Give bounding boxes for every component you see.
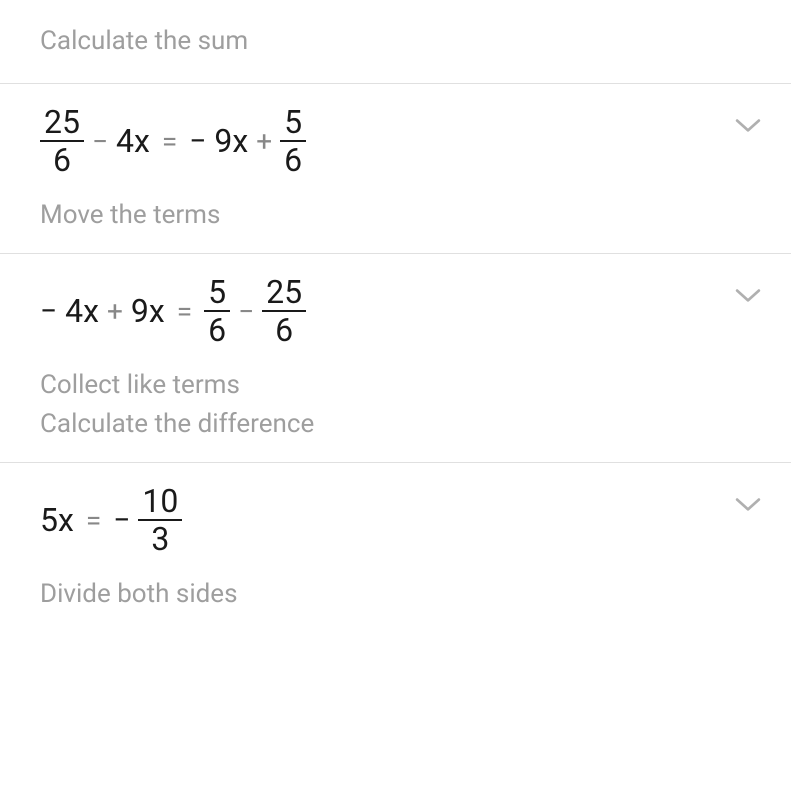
- step-header-0: Calculate the sum: [0, 0, 791, 84]
- equation-3: 5x = − 10 3: [40, 483, 735, 557]
- step-body: − 4x + 9x = 5 6 − 25 6 Collect like term…: [40, 274, 735, 444]
- denominator: 3: [147, 521, 173, 557]
- minus-operator: −: [238, 295, 254, 328]
- numerator: 5: [280, 104, 306, 142]
- minus-operator: −: [92, 125, 108, 158]
- step-content: 5x = − 10 3 Divide both sides: [40, 483, 791, 614]
- plus-operator: +: [107, 295, 123, 328]
- chevron-down-icon: [735, 497, 761, 513]
- instruction-line: Calculate the difference: [40, 405, 735, 444]
- chevron-down-icon: [735, 288, 761, 304]
- negative-sign: −: [40, 294, 57, 329]
- step-1: 25 6 − 4x = − 9x + 5 6 Move the terms: [0, 84, 791, 254]
- instruction-text: Calculate the sum: [40, 22, 751, 61]
- denominator: 6: [271, 312, 297, 348]
- term: 4x: [116, 122, 150, 160]
- numerator: 5: [204, 274, 230, 312]
- chevron-down-icon: [735, 118, 761, 134]
- fraction: 5 6: [280, 104, 306, 178]
- equals-operator: =: [177, 295, 192, 328]
- step-2: − 4x + 9x = 5 6 − 25 6 Collect like term…: [0, 254, 791, 463]
- instruction-text: Collect like terms Calculate the differe…: [40, 366, 735, 444]
- step-content: − 4x + 9x = 5 6 − 25 6 Collect like term…: [40, 274, 791, 444]
- expand-chevron[interactable]: [735, 497, 761, 517]
- denominator: 6: [204, 312, 230, 348]
- denominator: 6: [49, 142, 75, 178]
- fraction: 25 6: [40, 104, 84, 178]
- equation-2: − 4x + 9x = 5 6 − 25 6: [40, 274, 735, 348]
- expand-chevron[interactable]: [735, 288, 761, 308]
- numerator: 25: [262, 274, 306, 312]
- instruction-text: Divide both sides: [40, 575, 735, 614]
- step-content: 25 6 − 4x = − 9x + 5 6 Move the terms: [40, 104, 791, 235]
- denominator: 6: [280, 142, 306, 178]
- term: 9x: [214, 122, 248, 160]
- term: 5x: [40, 501, 74, 539]
- step-body: 25 6 − 4x = − 9x + 5 6 Move the terms: [40, 104, 735, 235]
- equals-operator: =: [162, 125, 177, 158]
- fraction: 5 6: [204, 274, 230, 348]
- step-3: 5x = − 10 3 Divide both sides: [0, 463, 791, 632]
- fraction: 25 6: [262, 274, 306, 348]
- plus-operator: +: [256, 125, 272, 158]
- step-body: 5x = − 10 3 Divide both sides: [40, 483, 735, 614]
- numerator: 25: [40, 104, 84, 142]
- fraction: 10 3: [138, 483, 182, 557]
- term: 9x: [131, 292, 165, 330]
- term: 4x: [65, 292, 99, 330]
- expand-chevron[interactable]: [735, 118, 761, 138]
- negative-sign: −: [189, 124, 206, 159]
- equals-operator: =: [86, 504, 101, 537]
- instruction-text: Move the terms: [40, 196, 735, 235]
- instruction-line: Collect like terms: [40, 366, 735, 405]
- numerator: 10: [138, 483, 182, 521]
- negative-sign: −: [113, 503, 130, 538]
- equation-1: 25 6 − 4x = − 9x + 5 6: [40, 104, 735, 178]
